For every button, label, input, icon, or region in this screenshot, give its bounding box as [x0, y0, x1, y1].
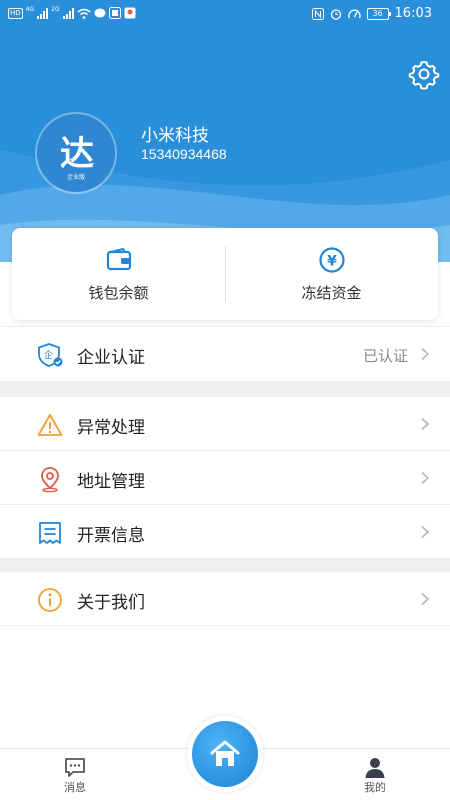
signal-strength-icon	[37, 7, 49, 19]
enterprise-certification-label: 企业认证	[77, 348, 145, 368]
app-notification-icon	[108, 7, 121, 19]
nav-mine[interactable]: 我的	[335, 749, 415, 800]
chat-notification-icon	[94, 8, 106, 18]
wallet-balance-label: 钱包余额	[88, 284, 149, 302]
location-pin-icon	[41, 467, 59, 493]
home-button[interactable]	[192, 721, 258, 787]
enterprise-shield-glyph: 企	[44, 349, 53, 361]
clock-time: 16:03	[394, 6, 432, 21]
chevron-right-icon	[421, 347, 430, 361]
status-right-icons: 36 16:03	[311, 6, 432, 21]
wallet-icon	[106, 247, 131, 271]
menu-item-invoice-info[interactable]: 开票信息	[0, 505, 450, 559]
alarm-icon	[330, 8, 341, 20]
menu-item-address-management[interactable]: 地址管理	[0, 451, 450, 505]
about-us-label: 关于我们	[77, 593, 145, 613]
status-bar: HD 4G 2G 36 16:03	[0, 0, 450, 30]
message-bubble-icon	[65, 758, 85, 777]
enterprise-shield-icon: 企	[38, 343, 63, 367]
chevron-right-icon	[421, 592, 430, 606]
speedometer-icon	[347, 9, 361, 18]
company-logo-caption: 企业版	[66, 174, 85, 181]
info-circle-icon	[38, 588, 62, 612]
phone-number: 15340934468	[141, 146, 227, 162]
company-logo-glyph: 达	[60, 134, 94, 174]
invoice-info-label: 开票信息	[77, 526, 145, 546]
frozen-funds-label: 冻结资金	[301, 284, 362, 302]
nav-mine-label: 我的	[364, 781, 386, 794]
chevron-right-icon	[421, 525, 430, 539]
menu-item-about-us[interactable]: 关于我们	[0, 572, 450, 626]
map-notification-icon	[124, 7, 136, 19]
hd-badge: HD	[8, 7, 23, 19]
chevron-right-icon	[421, 417, 430, 431]
signal-strength-2-icon	[62, 7, 74, 19]
status-left-icons: HD 4G 2G	[8, 7, 136, 19]
nfc-icon	[311, 7, 324, 20]
settings-gear-icon[interactable]	[408, 58, 440, 90]
yen-symbol: ¥	[327, 254, 337, 270]
battery-icon: 36	[366, 7, 391, 20]
nav-messages-label: 消息	[64, 781, 86, 794]
user-profile-icon	[365, 758, 385, 778]
divider	[0, 625, 450, 626]
menu-item-enterprise-certification[interactable]: 企 企业认证 已认证	[0, 327, 450, 381]
profile-header: HD 4G 2G 36 16:03 达 企业版 小米科技 15340934468	[0, 0, 450, 262]
yen-coin-icon: ¥	[318, 247, 345, 273]
company-name: 小米科技	[141, 126, 209, 146]
certification-status: 已认证	[362, 347, 408, 365]
exception-handling-label: 异常处理	[77, 418, 145, 438]
home-icon	[210, 740, 240, 766]
wallet-card: 钱包余额 ¥ 冻结资金	[12, 228, 438, 320]
company-avatar[interactable]: 达 企业版	[37, 114, 115, 192]
section-spacer	[0, 381, 450, 397]
wallet-balance-button[interactable]: 钱包余额	[12, 228, 225, 320]
address-management-label: 地址管理	[77, 472, 145, 492]
chevron-right-icon	[421, 471, 430, 485]
wifi-icon	[77, 8, 91, 19]
network-2g-label: 2G	[51, 6, 60, 13]
invoice-receipt-icon	[39, 522, 61, 544]
section-spacer	[0, 558, 450, 572]
frozen-funds-button[interactable]: ¥ 冻结资金	[225, 228, 438, 320]
nav-messages[interactable]: 消息	[35, 749, 115, 800]
warning-triangle-icon	[37, 414, 63, 436]
menu-item-exception-handling[interactable]: 异常处理	[0, 397, 450, 451]
network-4g-label: 4G	[25, 6, 35, 13]
